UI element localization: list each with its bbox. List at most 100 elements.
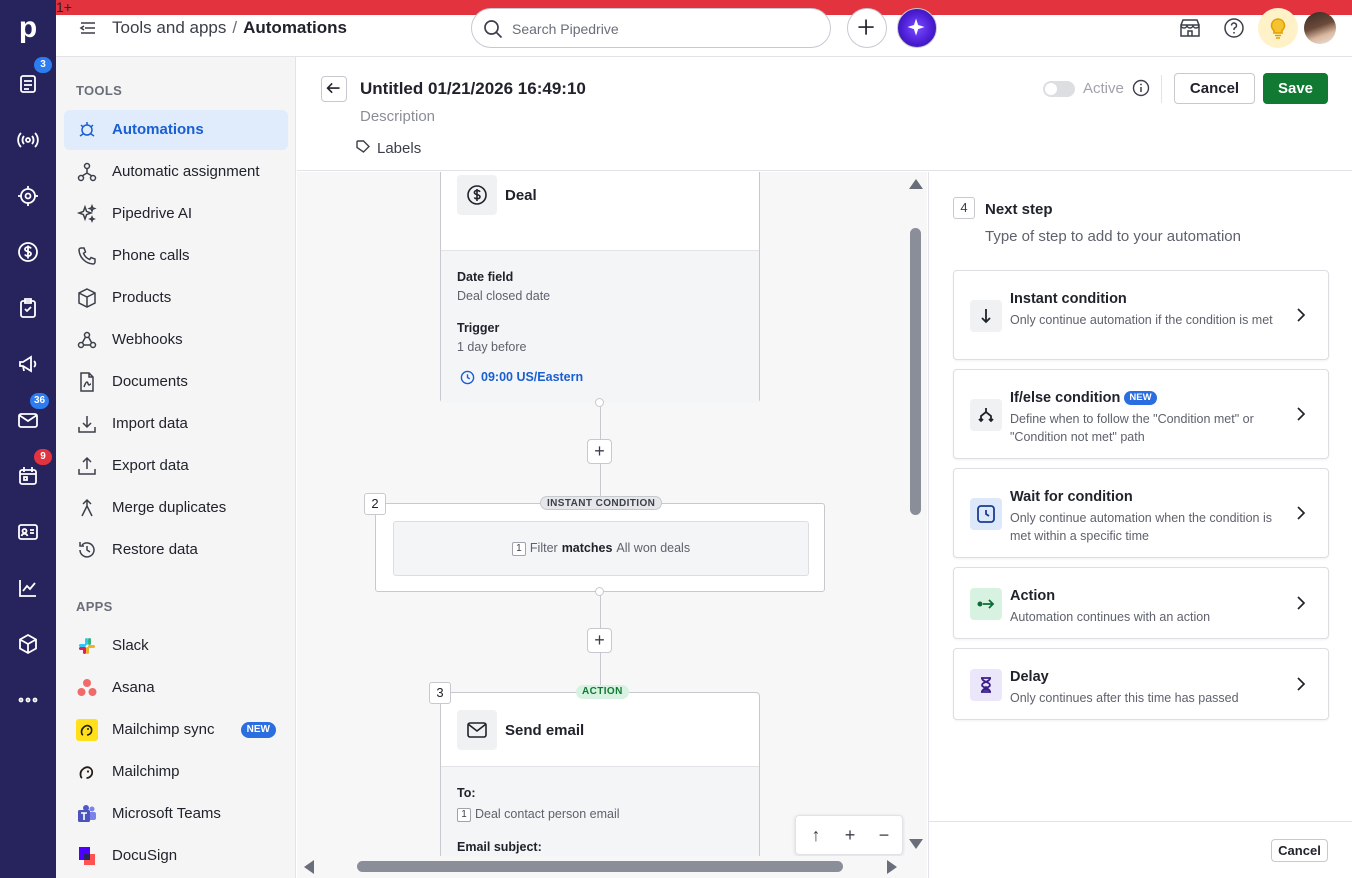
tag-icon — [356, 140, 370, 153]
quick-add-button[interactable] — [847, 8, 887, 48]
step-number-2: 2 — [364, 493, 386, 515]
lightbulb-icon — [1270, 18, 1286, 39]
sidebar-item-webhooks[interactable]: Webhooks — [64, 320, 288, 360]
scroll-left-arrow-icon[interactable] — [304, 860, 314, 874]
help-icon[interactable] — [1222, 16, 1246, 40]
canvas-vertical-scrollbar[interactable] — [905, 172, 927, 856]
active-toggle[interactable] — [1043, 81, 1075, 97]
canvas-horizontal-scrollbar[interactable] — [297, 856, 905, 878]
scroll-right-arrow-icon[interactable] — [887, 860, 897, 874]
option-if-else-condition[interactable]: If/else condition NEW Define when to foll… — [953, 369, 1329, 459]
breadcrumb: Tools and apps / Automations — [112, 18, 347, 38]
box-icon — [76, 287, 98, 309]
sidebar-item-documents[interactable]: Documents — [64, 362, 288, 402]
leads-icon[interactable] — [16, 72, 40, 96]
tasks-clipboard-icon[interactable] — [16, 296, 40, 320]
broadcast-icon[interactable] — [16, 128, 40, 152]
back-button[interactable] — [321, 76, 347, 102]
option-delay[interactable]: Delay Only continues after this time has… — [953, 648, 1329, 720]
pipedrive-logo[interactable]: p — [14, 10, 42, 46]
option-title: Wait for condition — [1010, 489, 1133, 505]
to-number: 1 — [457, 808, 471, 822]
trigger-value: 1 day before — [457, 340, 527, 354]
sidebar-item-phone-calls[interactable]: Phone calls — [64, 236, 288, 276]
user-avatar[interactable] — [1304, 12, 1336, 44]
zoom-in-icon[interactable]: + — [840, 825, 860, 845]
next-step-panel: 4 Next step Type of step to add to your … — [928, 172, 1352, 878]
zoom-out-icon[interactable]: − — [874, 825, 894, 845]
top-bar: Tools and apps/Automations 1+ — [56, 0, 1352, 57]
products-box-icon[interactable] — [16, 632, 40, 656]
sidebar-item-label: Microsoft Teams — [112, 805, 221, 822]
sidebar-item-label: Automations — [112, 121, 204, 138]
sidebar-item-pipedrive-ai[interactable]: Pipedrive AI — [64, 194, 288, 234]
active-label: Active — [1083, 80, 1124, 97]
calendar-icon[interactable] — [16, 464, 40, 488]
sidebar-item-mailchimp[interactable]: Mailchimp — [64, 752, 288, 792]
send-email-action-card[interactable]: Send email To: 1 Deal contact person emai… — [440, 692, 760, 878]
sidebar-item-microsoft-teams[interactable]: Microsoft Teams — [64, 794, 288, 834]
action-title: Send email — [505, 722, 585, 739]
info-icon[interactable] — [1132, 79, 1150, 97]
marketplace-icon[interactable] — [1178, 16, 1202, 40]
sidebar-item-automatic-assignment[interactable]: Automatic assignment — [64, 152, 288, 192]
deals-dollar-icon[interactable] — [16, 240, 40, 264]
labels-button[interactable]: Labels — [355, 139, 421, 157]
sidebar-item-docusign[interactable]: DocuSign — [64, 836, 288, 876]
date-field-value: Deal closed date — [457, 289, 551, 303]
sidebar-item-import-data[interactable]: Import data — [64, 404, 288, 444]
panel-cancel-button[interactable]: Cancel — [1271, 839, 1328, 862]
sidebar-item-restore-data[interactable]: Restore data — [64, 530, 288, 570]
ai-assistant-button[interactable] — [897, 8, 937, 48]
description-field[interactable]: Description — [360, 108, 435, 125]
scroll-up-arrow-icon[interactable] — [909, 179, 923, 189]
product-updates-button[interactable] — [1258, 8, 1298, 48]
option-wait-for-condition[interactable]: Wait for condition Only continue automat… — [953, 468, 1329, 558]
apps-section-title: APPS — [76, 599, 113, 614]
target-icon[interactable] — [16, 184, 40, 208]
chevron-right-icon — [1297, 407, 1306, 421]
panel-footer: Cancel — [929, 821, 1352, 878]
breadcrumb-parent[interactable]: Tools and apps — [112, 18, 226, 37]
option-description: Only continues after this time has passe… — [1010, 691, 1239, 705]
automation-title[interactable]: Untitled 01/21/2026 16:49:10 — [360, 79, 586, 99]
panel-subtitle: Type of step to add to your automation — [985, 228, 1241, 245]
sidebar-item-automations[interactable]: Automations — [64, 110, 288, 150]
insights-chart-icon[interactable] — [16, 576, 40, 600]
option-action[interactable]: Action Automation continues with an acti… — [953, 567, 1329, 639]
option-instant-condition[interactable]: Instant condition Only continue automati… — [953, 270, 1329, 360]
menu-collapse-icon[interactable] — [78, 18, 98, 38]
sidebar-item-export-data[interactable]: Export data — [64, 446, 288, 486]
save-button[interactable]: Save — [1263, 73, 1328, 104]
campaigns-megaphone-icon[interactable] — [16, 352, 40, 376]
option-title: Action — [1010, 588, 1056, 604]
trigger-card[interactable]: Deal Date field Deal closed date Trigger… — [440, 172, 760, 403]
trigger-time[interactable]: 09:00 US/Eastern — [481, 370, 583, 384]
sidebar-item-slack[interactable]: Slack — [64, 626, 288, 666]
scrollbar-thumb[interactable] — [357, 861, 843, 872]
more-dots-icon[interactable] — [16, 688, 40, 712]
sidebar-item-mailchimp-sync[interactable]: Mailchimp sync NEW — [64, 710, 288, 750]
scrollbar-thumb[interactable] — [910, 228, 921, 515]
sidebar-item-products[interactable]: Products — [64, 278, 288, 318]
sidebar-item-merge-duplicates[interactable]: Merge duplicates — [64, 488, 288, 528]
scroll-down-arrow-icon[interactable] — [909, 839, 923, 849]
add-step-button[interactable]: + — [587, 628, 612, 653]
filter-row[interactable]: 1 Filter matches All won deals — [393, 521, 809, 576]
search-input[interactable] — [512, 18, 812, 40]
search-box[interactable] — [471, 8, 831, 48]
arrow-up-icon[interactable]: ↑ — [806, 825, 826, 845]
leads-badge: 3 — [34, 57, 52, 73]
cancel-button[interactable]: Cancel — [1174, 73, 1255, 104]
sidebar-item-asana[interactable]: Asana — [64, 668, 288, 708]
contacts-card-icon[interactable] — [16, 520, 40, 544]
option-description: Define when to follow the "Condition met… — [1010, 412, 1254, 444]
mail-icon[interactable] — [16, 408, 40, 432]
mail-badge: 36 — [30, 393, 50, 409]
header-divider — [1161, 75, 1162, 103]
instant-condition-card[interactable]: 1 Filter matches All won deals — [375, 503, 825, 592]
add-step-button[interactable]: + — [587, 439, 612, 464]
automation-canvas[interactable]: Deal Date field Deal closed date Trigger… — [297, 172, 927, 878]
restore-icon — [76, 539, 98, 561]
to-value: Deal contact person email — [475, 807, 620, 821]
